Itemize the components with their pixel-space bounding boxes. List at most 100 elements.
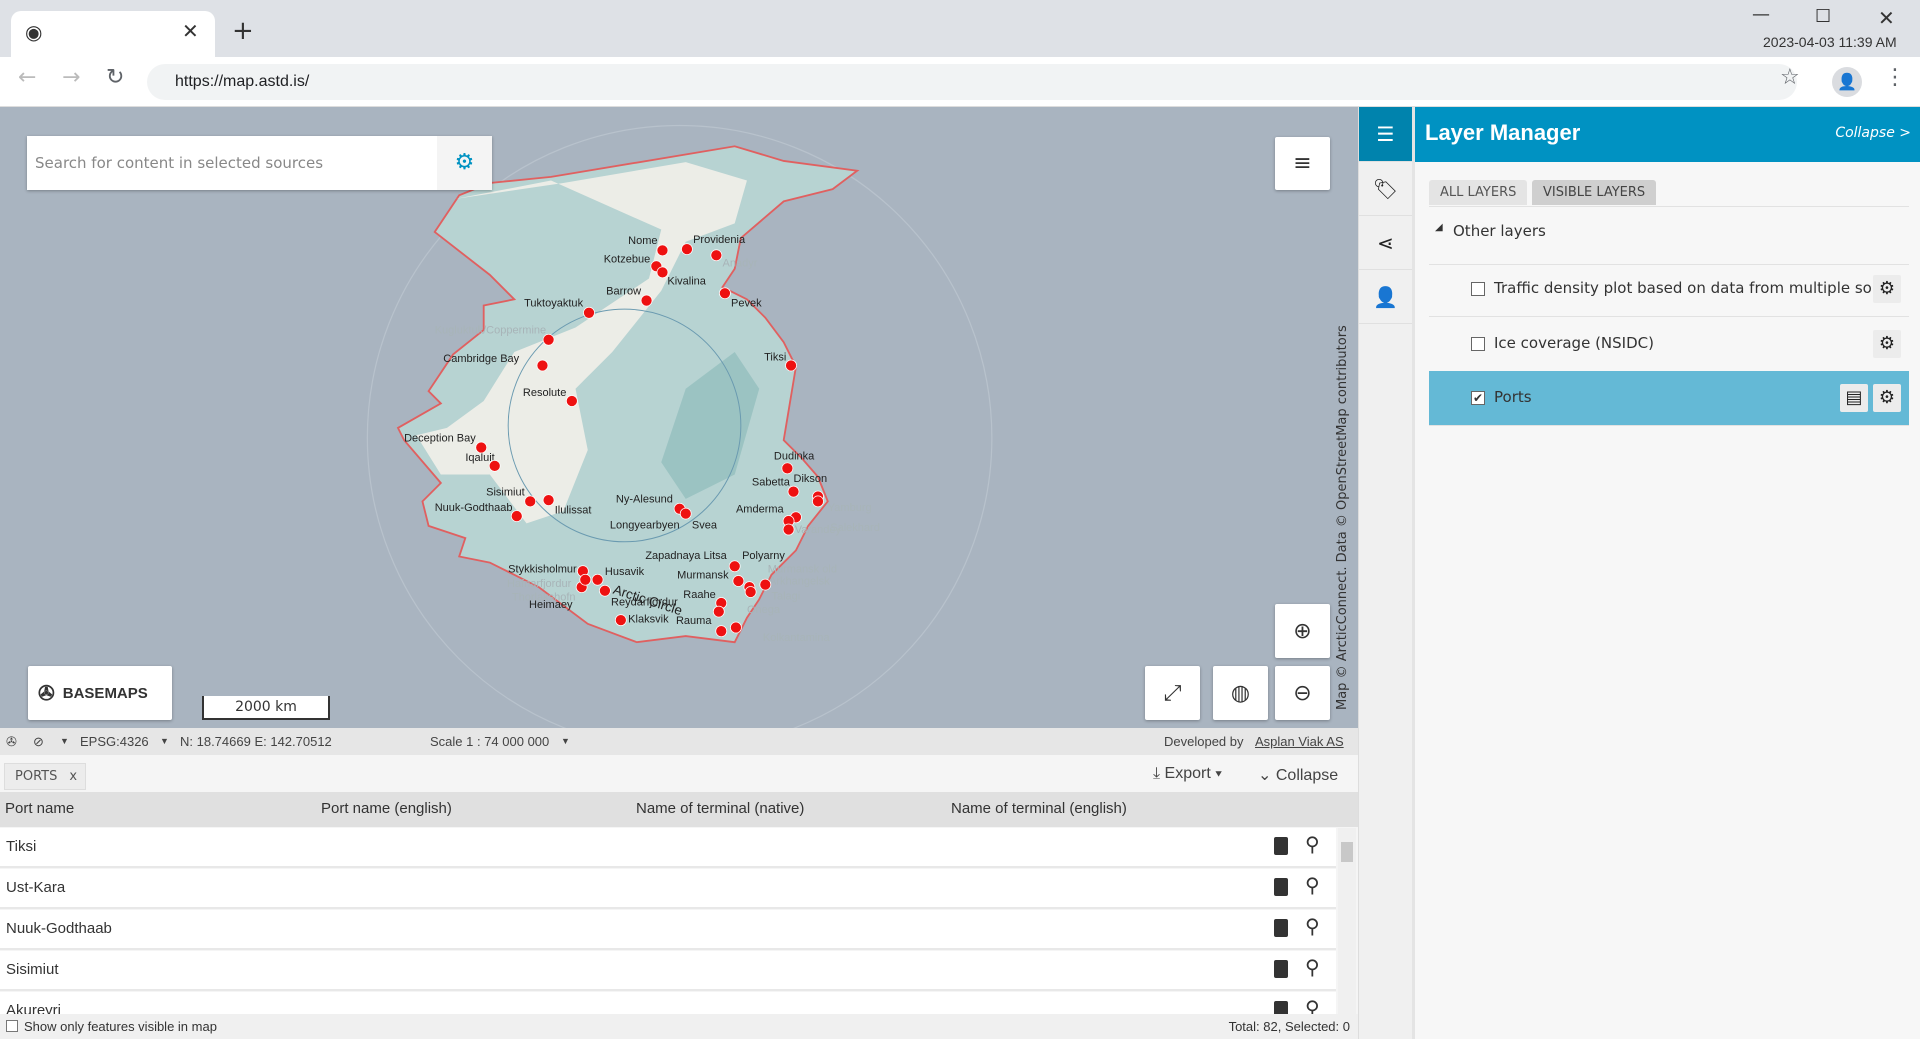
port-marker[interactable] xyxy=(640,294,653,307)
table-scrollbar[interactable] xyxy=(1338,828,1356,1026)
reload-icon[interactable]: ↻ xyxy=(106,65,124,90)
zoom-to-icon[interactable]: ⚲ xyxy=(1305,955,1320,979)
port-marker[interactable] xyxy=(812,495,824,508)
layer-row[interactable]: Ice coverage (NSIDC) ⚙ xyxy=(1429,317,1909,372)
forward-icon[interactable]: → xyxy=(62,65,80,90)
url-input[interactable]: https://map.astd.is/ xyxy=(147,64,1797,100)
column-header[interactable]: Port name xyxy=(5,800,74,817)
ports-tab[interactable]: PORTS x xyxy=(4,763,86,790)
port-marker[interactable] xyxy=(759,578,772,591)
search-input[interactable] xyxy=(27,136,437,190)
collapse-triangle-icon[interactable]: ◢ xyxy=(1435,222,1443,233)
show-visible-checkbox[interactable] xyxy=(6,1020,18,1032)
port-marker[interactable] xyxy=(781,462,794,475)
table-row[interactable]: Ust-Kara ⚲ xyxy=(0,869,1336,909)
user-icon[interactable]: 👤 xyxy=(1359,270,1412,324)
map-canvas[interactable]: Nome Providenia Anadyr Kotzebue Kivalina Barr… xyxy=(0,107,1358,728)
layer-checkbox-checked[interactable]: ✔ xyxy=(1471,391,1485,405)
port-marker[interactable] xyxy=(787,485,800,498)
tab-all-layers[interactable]: ALL LAYERS xyxy=(1429,180,1528,205)
port-marker[interactable] xyxy=(710,249,723,262)
tab-visible-layers[interactable]: VISIBLE LAYERS xyxy=(1532,180,1657,205)
port-marker[interactable] xyxy=(591,573,604,586)
layer-row[interactable]: Traffic density plot based on data from … xyxy=(1429,262,1909,317)
dropdown-icon[interactable]: ▼ xyxy=(60,728,69,755)
close-tab-icon[interactable]: ✕ xyxy=(182,19,199,43)
menu-button[interactable]: ≡ xyxy=(1275,137,1330,190)
browser-tab[interactable]: ◉ ✕ xyxy=(11,11,215,57)
zoom-out-button[interactable]: ⊖ xyxy=(1275,666,1330,720)
compass-icon[interactable]: ⊘ xyxy=(33,728,44,755)
ports-tab-close[interactable]: x xyxy=(69,769,77,784)
developer-link[interactable]: Asplan Viak AS xyxy=(1255,728,1344,755)
column-header[interactable]: Name of terminal (english) xyxy=(951,800,1127,817)
port-marker[interactable] xyxy=(728,560,741,573)
details-icon[interactable] xyxy=(1274,919,1288,937)
column-header[interactable]: Name of terminal (native) xyxy=(636,800,804,817)
minimize-icon[interactable]: — xyxy=(1752,4,1770,25)
table-row[interactable]: Tiksi ⚲ xyxy=(0,828,1336,868)
port-marker[interactable] xyxy=(681,243,693,256)
search-settings-icon[interactable]: ⚙ xyxy=(437,136,492,190)
details-icon[interactable] xyxy=(1274,878,1288,896)
port-marker[interactable] xyxy=(732,575,745,587)
column-header[interactable]: Port name (english) xyxy=(321,800,452,817)
scrollbar-thumb[interactable] xyxy=(1341,842,1353,862)
layer-checkbox[interactable] xyxy=(1471,282,1485,296)
projection-select[interactable]: EPSG:4326 xyxy=(80,728,149,755)
port-marker[interactable] xyxy=(730,621,742,634)
zoom-in-button[interactable]: ⊕ xyxy=(1275,604,1330,658)
port-marker[interactable] xyxy=(679,507,692,520)
port-marker[interactable] xyxy=(782,523,795,536)
port-marker[interactable] xyxy=(583,306,595,319)
layers-icon[interactable]: ☰ xyxy=(1359,107,1412,162)
port-marker[interactable] xyxy=(488,459,501,472)
collapse-panel-link[interactable]: Collapse > xyxy=(1835,125,1911,141)
port-marker[interactable] xyxy=(712,605,725,618)
port-marker[interactable] xyxy=(524,495,537,508)
port-marker[interactable] xyxy=(542,494,555,507)
gear-icon[interactable]: ⚙ xyxy=(1873,330,1901,358)
port-marker[interactable] xyxy=(542,333,555,346)
collapse-table-button[interactable]: ⌄ Collapse xyxy=(1258,765,1338,785)
port-marker[interactable] xyxy=(510,510,523,522)
profile-icon[interactable]: 👤 xyxy=(1832,67,1862,97)
table-icon[interactable]: ▤ xyxy=(1840,384,1868,412)
zoom-to-icon[interactable]: ⚲ xyxy=(1305,832,1320,856)
basemaps-button[interactable]: ✇ BASEMAPS xyxy=(28,666,172,720)
menu-dots-icon[interactable]: ⋮ xyxy=(1884,65,1906,90)
scale-dropdown-icon[interactable]: ▼ xyxy=(561,728,570,755)
port-marker[interactable] xyxy=(536,359,549,372)
export-button[interactable]: ⤓ Export ▾ xyxy=(1153,765,1222,783)
port-marker[interactable] xyxy=(744,586,757,598)
layer-checkbox[interactable] xyxy=(1471,337,1485,351)
bookmark-star-icon[interactable]: ☆ xyxy=(1780,65,1800,90)
port-marker[interactable] xyxy=(656,244,669,257)
port-marker[interactable] xyxy=(614,614,627,627)
projection-dropdown-icon[interactable]: ▼ xyxy=(160,728,169,755)
port-marker[interactable] xyxy=(579,573,592,586)
port-marker[interactable] xyxy=(565,395,578,407)
new-tab-icon[interactable]: + xyxy=(232,16,254,46)
scale-select[interactable]: Scale 1 : 74 000 000 xyxy=(430,728,549,755)
zoom-to-icon[interactable]: ⚲ xyxy=(1305,914,1320,938)
map-view[interactable]: Nome Providenia Anadyr Kotzebue Kivalina Barr… xyxy=(0,107,1358,728)
port-marker[interactable] xyxy=(785,359,797,372)
share-icon[interactable]: ⋖ xyxy=(1359,216,1412,270)
basemap-toggle-icon[interactable]: ✇ xyxy=(6,728,17,755)
port-marker[interactable] xyxy=(715,625,728,638)
gear-icon[interactable]: ⚙ xyxy=(1873,384,1901,412)
maximize-icon[interactable]: ☐ xyxy=(1815,6,1831,27)
tag-icon[interactable]: 🏷 xyxy=(1359,162,1412,216)
fullscreen-button[interactable]: ⤢ xyxy=(1145,666,1200,720)
port-marker[interactable] xyxy=(475,441,488,454)
layer-row-selected[interactable]: ✔ Ports ▤ ⚙ xyxy=(1429,371,1909,426)
table-row[interactable]: Nuuk-Godthaab ⚲ xyxy=(0,910,1336,950)
details-icon[interactable] xyxy=(1274,837,1288,855)
back-icon[interactable]: ← xyxy=(18,65,36,90)
layer-group-other[interactable]: ◢ Other layers xyxy=(1429,220,1909,265)
table-row[interactable]: Sisimiut ⚲ xyxy=(0,951,1336,991)
gear-icon[interactable]: ⚙ xyxy=(1873,275,1901,303)
port-marker[interactable] xyxy=(719,287,731,300)
close-window-icon[interactable]: ✕ xyxy=(1878,6,1895,30)
